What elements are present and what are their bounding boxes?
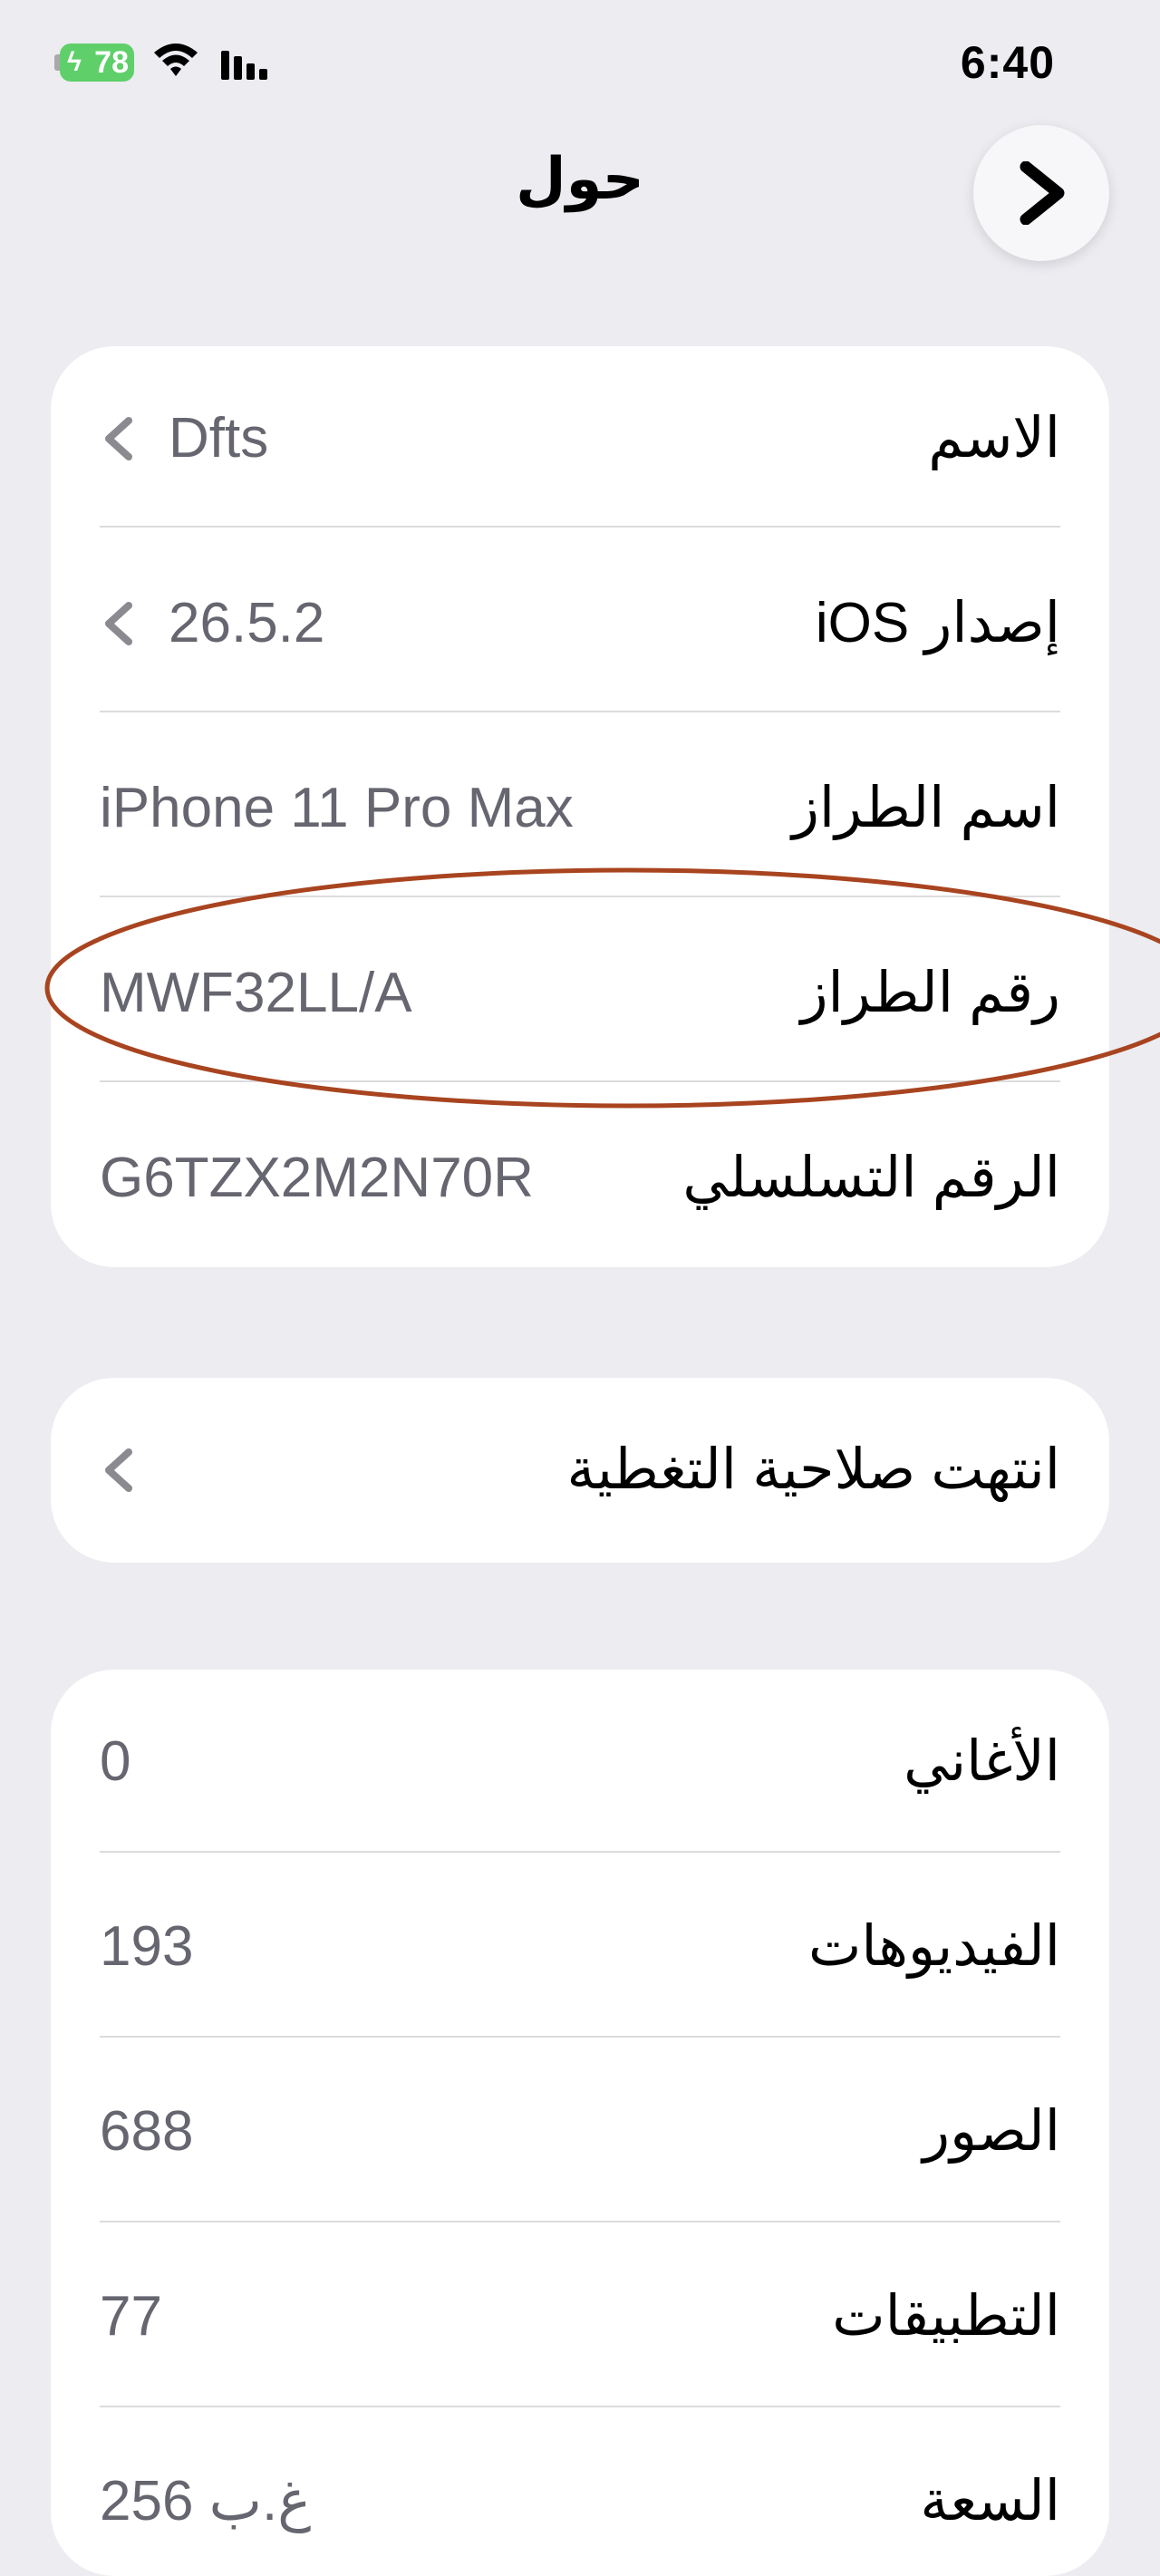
row-label: الاسم [928,407,1060,470]
row-value: 256 غ.ب [100,2470,312,2532]
back-button[interactable] [973,125,1109,261]
coverage-row[interactable]: انتهت صلاحية التغطية [100,1378,1060,1563]
row-value: MWF32LL/A [100,962,412,1024]
info-row-apps: التطبيقات 77 [100,2224,1060,2409]
divider [100,2406,1060,2407]
row-label: الرقم التسلسلي [682,1147,1060,1209]
divider [100,526,1060,528]
info-row-photos: الصور 688 [100,2039,1060,2224]
info-row-model-name: اسم الطراز iPhone 11 Pro Max [100,716,1060,901]
row-value: 193 [100,1915,194,1978]
device-info-card: الاسم Dfts إصدار iOS 26.5.2 اسم الطراز i… [51,346,1109,1267]
row-label: السعة [920,2470,1060,2532]
row-label: الأغاني [904,1730,1060,1793]
row-value: 688 [100,2100,194,2163]
info-row-ios-version[interactable]: إصدار iOS 26.5.2 [100,531,1060,716]
row-value: 0 [100,1730,131,1793]
divider [100,896,1060,897]
wifi-icon [154,44,198,76]
coverage-label: انتهت صلاحية التغطية [566,1438,1060,1501]
row-label: اسم الطراز [791,777,1060,839]
divider [100,1080,1060,1082]
row-label: إصدار iOS [815,592,1060,654]
battery-icon: ϟ 78 [60,44,134,82]
charging-bolt-icon: ϟ [67,47,82,77]
chevron-right-icon [1020,161,1065,225]
row-value: 26.5.2 [169,592,325,654]
divider [100,1851,1060,1853]
chevron-left-icon [105,1448,132,1492]
chevron-left-icon [105,602,132,645]
row-label: الصور [923,2100,1060,2163]
row-value: 77 [100,2285,162,2348]
info-row-songs: الأغاني 0 [100,1670,1060,1855]
row-value: G6TZX2M2N70R [100,1147,534,1209]
info-row-capacity: السعة 256 غ.ب [100,2409,1060,2576]
row-label: الفيديوهات [808,1915,1060,1978]
info-row-serial-number[interactable]: الرقم التسلسلي G6TZX2M2N70R [100,1086,1060,1267]
battery-level: 78 [94,45,129,80]
clock: 6:40 [960,37,1055,88]
media-counts-card: الأغاني 0 الفيديوهات 193 الصور 688 التطب… [51,1670,1109,2576]
row-value: Dfts [169,407,269,470]
divider [100,2221,1060,2223]
divider [100,2036,1060,2038]
row-label: التطبيقات [832,2285,1060,2348]
divider [100,711,1060,712]
cellular-signal-icon [221,51,267,80]
row-value: iPhone 11 Pro Max [100,777,574,839]
row-label: رقم الطراز [800,962,1060,1024]
coverage-card: انتهت صلاحية التغطية [51,1378,1109,1563]
chevron-left-icon [105,417,132,460]
info-row-videos: الفيديوهات 193 [100,1855,1060,2039]
status-bar: ϟ 78 6:40 [0,0,1160,127]
info-row-name[interactable]: الاسم Dfts [100,346,1060,531]
info-row-model-number[interactable]: رقم الطراز MWF32LL/A [100,901,1060,1086]
